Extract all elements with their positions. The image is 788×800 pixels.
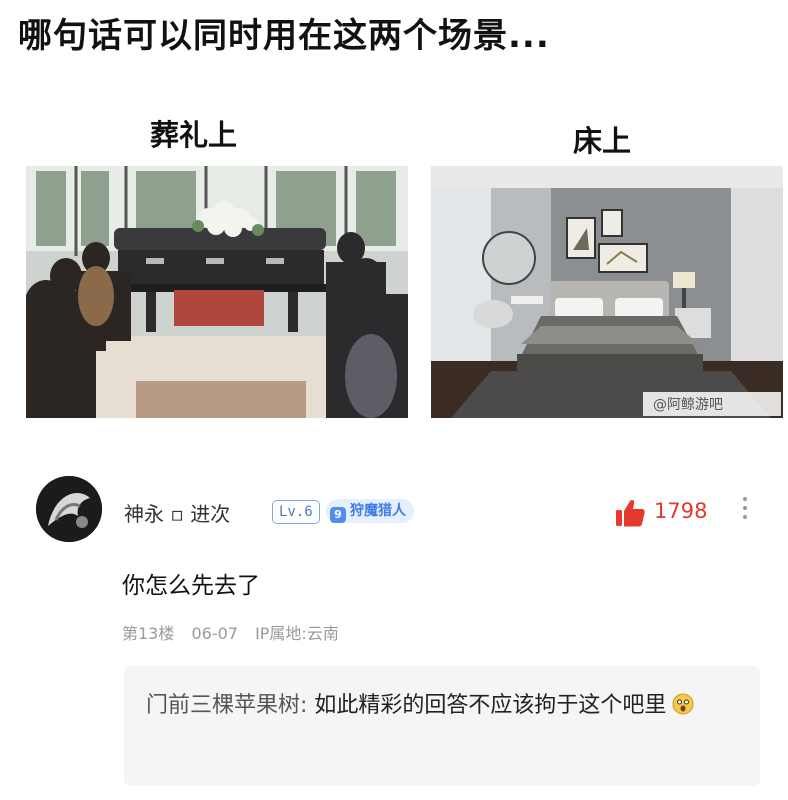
like-count: 1798	[654, 499, 708, 523]
reply-text: 如此精彩的回答不应该拘于这个吧里	[307, 693, 667, 718]
reply-author[interactable]: 门前三棵苹果树:	[146, 693, 307, 718]
more-options-icon[interactable]	[740, 492, 750, 524]
funeral-image[interactable]	[26, 166, 408, 418]
badge-label: 狩魔猎人	[350, 503, 406, 519]
reply-content: 门前三棵苹果树: 如此精彩的回答不应该拘于这个吧里	[146, 684, 741, 728]
comment-username[interactable]: 神永 ▫ 进次	[124, 498, 230, 527]
reply-box[interactable]: 门前三棵苹果树: 如此精彩的回答不应该拘于这个吧里	[124, 666, 760, 786]
post-title: 哪句话可以同时用在这两个场景...	[18, 16, 550, 56]
title-badge: 9 狩魔猎人	[326, 499, 414, 523]
bedroom-image[interactable]: @阿鲸游吧	[431, 166, 783, 418]
comment-meta: 第13楼 06-07 IP属地:云南	[122, 620, 351, 644]
thumbs-up-icon[interactable]	[614, 498, 646, 532]
comment-date: 06-07	[191, 624, 238, 643]
left-image-caption: 葬礼上	[150, 118, 238, 152]
badge-number: 9	[330, 507, 346, 523]
avatar[interactable]	[36, 476, 102, 542]
right-image-caption: 床上	[573, 124, 632, 158]
level-badge: Lv.6	[272, 500, 320, 524]
comment-text: 你怎么先去了	[122, 573, 260, 599]
watermark-text: @阿鲸游吧	[653, 397, 723, 413]
floor-number: 第13楼	[122, 624, 175, 643]
ip-location: IP属地:云南	[255, 624, 339, 643]
surprised-face-icon	[672, 687, 694, 715]
